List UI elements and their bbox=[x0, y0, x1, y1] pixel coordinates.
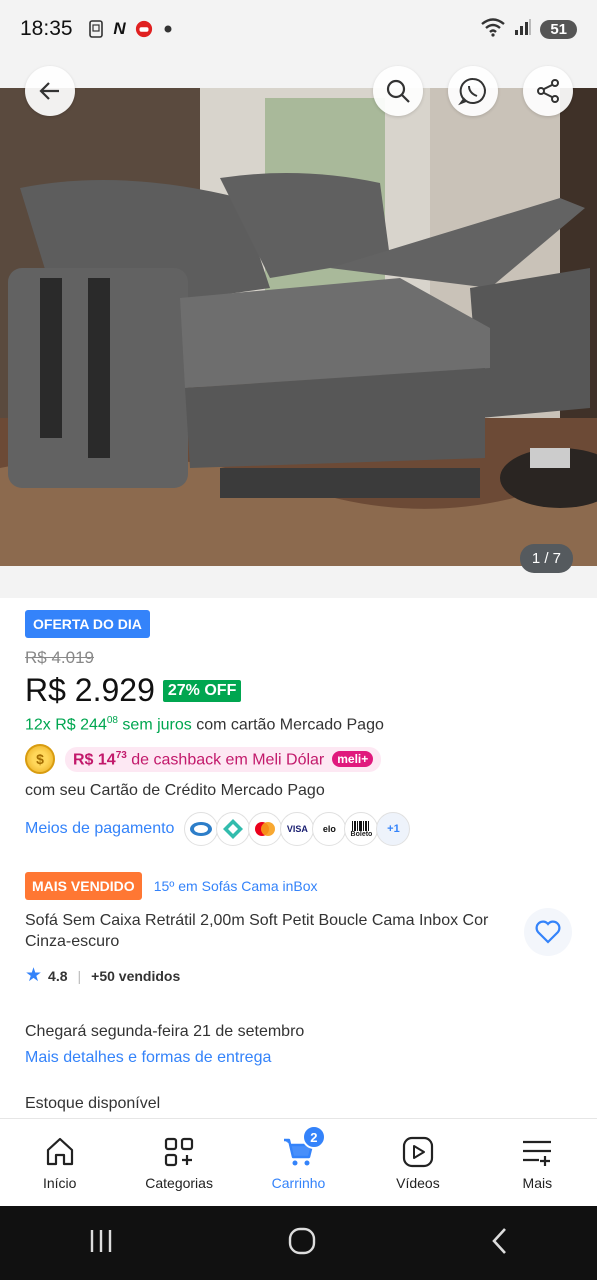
installments-info: 12x R$ 24408 sem juros com cartão Mercad… bbox=[25, 715, 572, 734]
cart-count-badge: 2 bbox=[301, 1125, 326, 1149]
mastercard-icon bbox=[248, 812, 283, 847]
cashback-cents: 73 bbox=[115, 749, 127, 761]
nav-cart[interactable]: 2 Carrinho bbox=[239, 1119, 358, 1206]
notification-icons: N bbox=[87, 19, 177, 38]
elo-icon: elo bbox=[312, 812, 347, 847]
video-icon bbox=[402, 1136, 434, 1167]
meli-dollar-coin-icon: $ bbox=[25, 744, 55, 775]
category-rank-link[interactable]: 15º em Sofás Cama inBox bbox=[154, 878, 318, 894]
nav-videos-label: Vídeos bbox=[396, 1174, 440, 1191]
title-row: Sofá Sem Caixa Retrátil 2,00m Soft Petit… bbox=[25, 908, 572, 957]
product-image[interactable] bbox=[0, 88, 597, 566]
bottom-navigation: Início Categorias 2 Carrinho Vídeos Mais bbox=[0, 1118, 597, 1206]
best-seller-badge: MAIS VENDIDO bbox=[25, 872, 142, 901]
delivery-details-link[interactable]: Mais detalhes e formas de entrega bbox=[25, 1049, 572, 1067]
categories-icon bbox=[165, 1137, 194, 1166]
more-notifications-dot-icon bbox=[159, 20, 177, 38]
app-notification-icon bbox=[135, 20, 153, 38]
nav-more-label: Mais bbox=[522, 1174, 553, 1191]
divider: | bbox=[77, 967, 82, 984]
signal-icon bbox=[514, 18, 532, 41]
deal-of-the-day-badge: OFERTA DO DIA bbox=[25, 610, 150, 638]
recent-apps-icon bbox=[90, 1229, 111, 1252]
whatsapp-share-button[interactable] bbox=[448, 66, 498, 116]
share-button[interactable] bbox=[523, 66, 573, 116]
stock-label: Estoque disponível bbox=[25, 1095, 161, 1113]
nav-cart-label: Carrinho bbox=[271, 1174, 326, 1191]
system-navigation-bar bbox=[0, 1206, 597, 1280]
nav-categories-label: Categorias bbox=[145, 1174, 213, 1191]
heart-icon bbox=[535, 920, 561, 944]
installments-amount: 12x R$ 244 bbox=[25, 716, 107, 734]
arrow-left-icon bbox=[39, 82, 59, 100]
ranking-row: MAIS VENDIDO 15º em Sofás Cama inBox bbox=[25, 872, 572, 901]
status-bar: 18:35 N 51 bbox=[0, 0, 597, 58]
credit-card-line: com seu Cartão de Crédito Mercado Pago bbox=[25, 782, 325, 800]
price-row: R$ 2.929 27% OFF bbox=[25, 672, 572, 709]
back-system-button[interactable] bbox=[488, 1226, 512, 1261]
payment-icons[interactable]: VISA elo Boleto +1 bbox=[184, 812, 411, 847]
mercado-pago-icon bbox=[184, 812, 219, 847]
current-price: R$ 2.929 bbox=[25, 672, 155, 708]
cashback-amount: R$ 14 bbox=[73, 750, 116, 768]
whatsapp-icon bbox=[458, 77, 486, 106]
search-button[interactable] bbox=[373, 66, 423, 116]
discount-badge: 27% OFF bbox=[162, 679, 242, 702]
menu-icon bbox=[523, 1140, 552, 1166]
nav-home-label: Início bbox=[42, 1174, 77, 1191]
sold-count: +50 vendidos bbox=[91, 967, 181, 984]
favorite-button[interactable] bbox=[524, 908, 572, 957]
search-icon bbox=[386, 79, 410, 103]
installments-card: com cartão Mercado Pago bbox=[191, 716, 384, 734]
home-icon bbox=[46, 1137, 73, 1165]
home-circle-icon bbox=[288, 1227, 315, 1254]
phone-icon bbox=[87, 20, 105, 38]
payment-methods-row[interactable]: Meios de pagamento VISA elo Boleto +1 bbox=[25, 812, 572, 847]
star-icon: ★ bbox=[25, 965, 43, 987]
rating-value: 4.8 bbox=[48, 967, 68, 984]
payment-methods-link[interactable]: Meios de pagamento bbox=[25, 820, 174, 838]
n-app-icon: N bbox=[113, 19, 126, 38]
rating-row[interactable]: ★ 4.8 | +50 vendidos bbox=[25, 964, 572, 987]
original-price: R$ 4.019 bbox=[25, 648, 94, 667]
boleto-icon: Boleto bbox=[344, 812, 379, 847]
product-title: Sofá Sem Caixa Retrátil 2,00m Soft Petit… bbox=[25, 912, 489, 951]
pix-icon bbox=[216, 812, 251, 847]
meli-plus-badge: meli+ bbox=[332, 751, 374, 768]
home-system-button[interactable] bbox=[287, 1226, 317, 1261]
visa-icon: VISA bbox=[280, 812, 315, 847]
installments-cents: 08 bbox=[106, 715, 118, 726]
back-chevron-icon bbox=[491, 1227, 506, 1254]
image-counter: 1 / 7 bbox=[519, 544, 573, 573]
delivery-estimate: Chegará segunda-feira 21 de setembro bbox=[25, 1023, 305, 1041]
back-button[interactable] bbox=[25, 66, 75, 116]
nav-categories[interactable]: Categorias bbox=[119, 1119, 238, 1206]
battery-indicator: 51 bbox=[540, 19, 577, 39]
share-icon bbox=[537, 79, 559, 103]
cashback-pill: R$ 1473 de cashback em Meli Dólar meli+ bbox=[65, 746, 382, 772]
wifi-icon bbox=[480, 17, 506, 42]
status-time: 18:35 bbox=[20, 17, 73, 40]
boleto-label: Boleto bbox=[350, 830, 373, 838]
more-payments-badge[interactable]: +1 bbox=[376, 812, 411, 847]
nav-home[interactable]: Início bbox=[0, 1119, 119, 1206]
nav-videos[interactable]: Vídeos bbox=[358, 1119, 477, 1206]
cashback-row[interactable]: $ R$ 1473 de cashback em Meli Dólar meli… bbox=[25, 744, 572, 775]
cashback-text: de cashback em Meli Dólar bbox=[126, 750, 325, 768]
installments-interest: sem juros bbox=[117, 716, 192, 734]
product-gallery[interactable]: 1 / 7 bbox=[0, 58, 597, 598]
product-details: OFERTA DO DIA R$ 4.019 R$ 2.929 27% OFF … bbox=[0, 598, 597, 1144]
nav-more[interactable]: Mais bbox=[478, 1119, 597, 1206]
recent-apps-button[interactable] bbox=[86, 1228, 116, 1259]
